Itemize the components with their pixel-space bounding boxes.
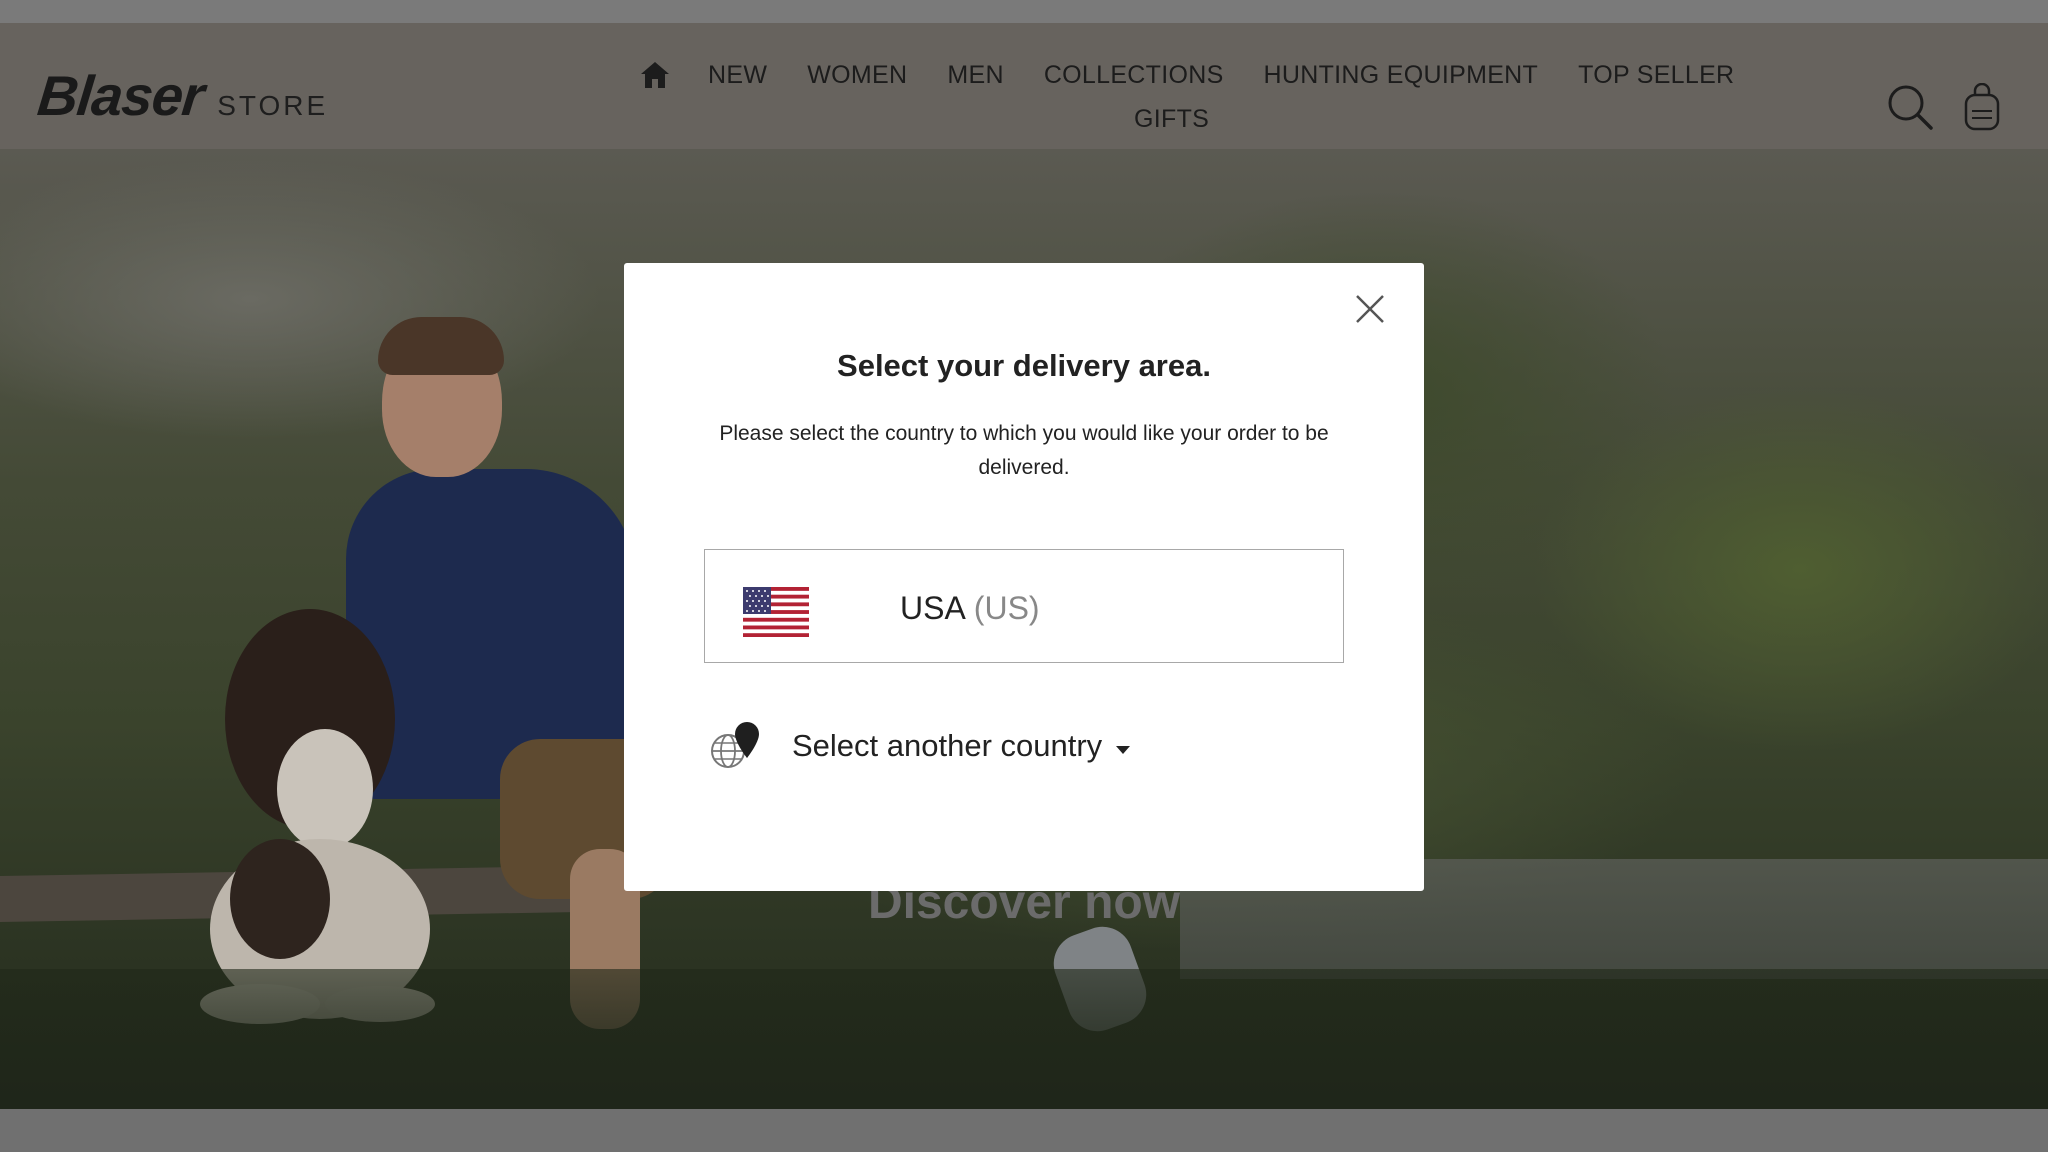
us-flag-icon [743, 587, 809, 637]
country-name-label: USA (US) [900, 590, 1040, 627]
caret-down-icon [1116, 742, 1130, 754]
select-another-country-dropdown[interactable]: Select another country [708, 718, 1168, 778]
country-code: (US) [973, 590, 1040, 626]
suggested-country-button[interactable]: USA (US) [704, 549, 1344, 663]
select-another-country-label: Select another country [792, 728, 1103, 763]
country-name: USA [900, 590, 966, 626]
modal-title: Select your delivery area. [837, 348, 1211, 383]
modal-description: Please select the country to which you w… [719, 422, 1329, 479]
globe-pin-icon [708, 720, 764, 770]
close-icon[interactable] [1352, 291, 1388, 327]
delivery-area-modal: Select your delivery area. Please select… [624, 263, 1424, 891]
